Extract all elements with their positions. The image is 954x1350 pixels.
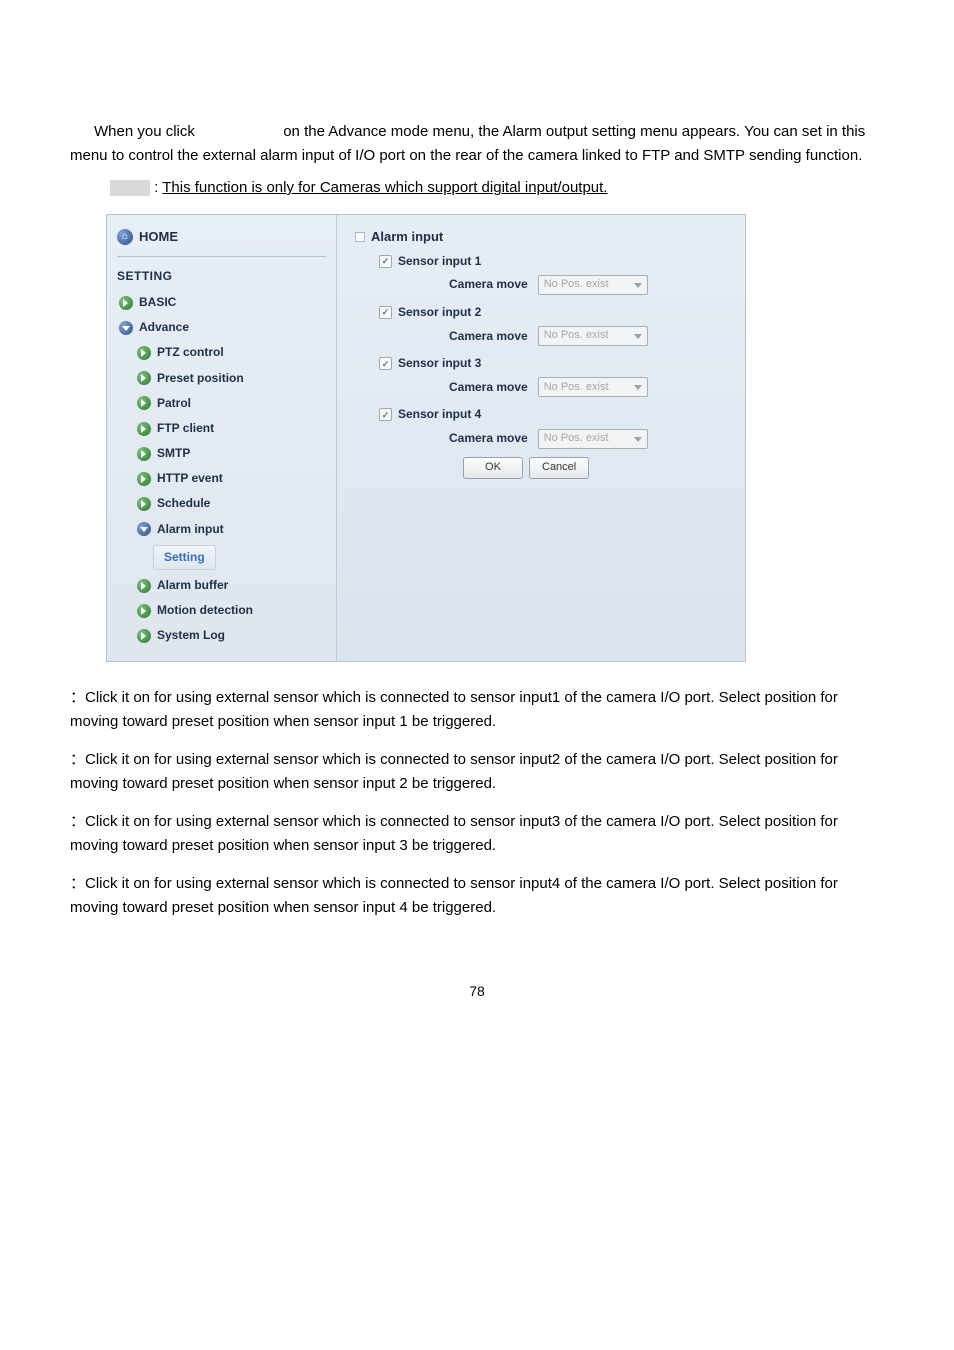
camera-move-1-label: Camera move [449, 275, 528, 294]
sensor-1-label: Sensor input 1 [398, 252, 481, 271]
camera-move-2-label: Camera move [449, 327, 528, 346]
note-row: : This function is only for Cameras whic… [110, 176, 884, 200]
square-bullet-icon [355, 232, 365, 242]
camera-move-1-dropdown[interactable]: No Pos. exist [538, 275, 648, 295]
arrow-down-icon [137, 522, 151, 536]
sensor4-description: ：Click it on for using external sensor w… [70, 872, 884, 920]
nav-patrol-label: Patrol [157, 394, 191, 413]
sensor-1-checkbox[interactable]: ✓ [379, 255, 392, 268]
nav-alarm-buffer[interactable]: Alarm buffer [117, 573, 326, 598]
home-icon: ⌂ [117, 229, 133, 245]
nav-advance[interactable]: Advance [117, 315, 326, 340]
intro-paragraph: When you click on the Advance mode menu,… [70, 120, 884, 168]
sensor-3-label: Sensor input 3 [398, 354, 481, 373]
page-number: 78 [70, 980, 884, 1002]
arrow-down-icon [119, 321, 133, 335]
content-title-row: Alarm input [355, 227, 727, 248]
nav-alarm-input-label: Alarm input [157, 520, 224, 539]
nav-alarm-buffer-label: Alarm buffer [157, 576, 228, 595]
button-row: OK Cancel [463, 457, 727, 479]
sensor1-description: ：Click it on for using external sensor w… [70, 686, 884, 734]
camera-move-2-row: Camera move No Pos. exist [449, 326, 727, 346]
arrow-right-icon [137, 497, 151, 511]
sensor2-description: ：Click it on for using external sensor w… [70, 748, 884, 796]
intro-text-a: When you click [94, 123, 199, 140]
camera-move-4-row: Camera move No Pos. exist [449, 429, 727, 449]
camera-move-3-label: Camera move [449, 378, 528, 397]
nav-preset-position[interactable]: Preset position [117, 366, 326, 391]
nav-http-label: HTTP event [157, 469, 223, 488]
nav-setting-button[interactable]: Setting [153, 545, 216, 570]
nav-system-log[interactable]: System Log [117, 623, 326, 648]
screenshot-container: ⌂ HOME SETTING BASIC Advance PTZ control… [106, 214, 884, 662]
nav-smtp[interactable]: SMTP [117, 441, 326, 466]
nav-ptz-control[interactable]: PTZ control [117, 340, 326, 365]
sensor3-description: ：Click it on for using external sensor w… [70, 810, 884, 858]
arrow-right-icon [137, 422, 151, 436]
content-title: Alarm input [371, 227, 443, 248]
nav-alarm-input[interactable]: Alarm input [117, 517, 326, 542]
camera-move-3-row: Camera move No Pos. exist [449, 377, 727, 397]
sensor-4-checkbox[interactable]: ✓ [379, 408, 392, 421]
arrow-right-icon [137, 629, 151, 643]
arrow-right-icon [137, 346, 151, 360]
sensor-input-3-row: ✓ Sensor input 3 [379, 354, 727, 373]
setting-section-label: SETTING [117, 267, 326, 286]
nav-advance-label: Advance [139, 318, 189, 337]
arrow-right-icon [137, 396, 151, 410]
nav-basic[interactable]: BASIC [117, 290, 326, 315]
nav-schedule-label: Schedule [157, 494, 210, 513]
screenshot-panel: ⌂ HOME SETTING BASIC Advance PTZ control… [106, 214, 746, 662]
note-gray-box [110, 180, 150, 196]
nav-patrol[interactable]: Patrol [117, 391, 326, 416]
nav-http-event[interactable]: HTTP event [117, 466, 326, 491]
nav-ftp-label: FTP client [157, 419, 214, 438]
sensor-3-checkbox[interactable]: ✓ [379, 357, 392, 370]
camera-move-3-dropdown[interactable]: No Pos. exist [538, 377, 648, 397]
sensor-2-label: Sensor input 2 [398, 303, 481, 322]
ok-button[interactable]: OK [463, 457, 523, 479]
cancel-button[interactable]: Cancel [529, 457, 589, 479]
sidebar: ⌂ HOME SETTING BASIC Advance PTZ control… [107, 215, 337, 661]
sensor-input-1-row: ✓ Sensor input 1 [379, 252, 727, 271]
nav-preset-label: Preset position [157, 369, 244, 388]
arrow-right-icon [137, 371, 151, 385]
nav-syslog-label: System Log [157, 626, 225, 645]
camera-move-2-dropdown[interactable]: No Pos. exist [538, 326, 648, 346]
nav-motion-detection[interactable]: Motion detection [117, 598, 326, 623]
camera-move-4-dropdown[interactable]: No Pos. exist [538, 429, 648, 449]
nav-ftp-client[interactable]: FTP client [117, 416, 326, 441]
note-text: This function is only for Cameras which … [162, 179, 607, 196]
camera-move-4-label: Camera move [449, 429, 528, 448]
nav-motion-label: Motion detection [157, 601, 253, 620]
arrow-right-icon [137, 579, 151, 593]
nav-basic-label: BASIC [139, 293, 176, 312]
home-link[interactable]: ⌂ HOME [117, 227, 326, 257]
nav-smtp-label: SMTP [157, 444, 190, 463]
arrow-right-icon [137, 447, 151, 461]
arrow-right-icon [137, 472, 151, 486]
sensor-input-4-row: ✓ Sensor input 4 [379, 405, 727, 424]
nav-ptz-label: PTZ control [157, 343, 224, 362]
content-panel: Alarm input ✓ Sensor input 1 Camera move… [337, 215, 745, 661]
sensor-4-label: Sensor input 4 [398, 405, 481, 424]
sensor-2-checkbox[interactable]: ✓ [379, 306, 392, 319]
sensor-input-2-row: ✓ Sensor input 2 [379, 303, 727, 322]
camera-move-1-row: Camera move No Pos. exist [449, 275, 727, 295]
arrow-right-icon [119, 296, 133, 310]
home-label: HOME [139, 227, 178, 248]
nav-schedule[interactable]: Schedule [117, 491, 326, 516]
arrow-right-icon [137, 604, 151, 618]
